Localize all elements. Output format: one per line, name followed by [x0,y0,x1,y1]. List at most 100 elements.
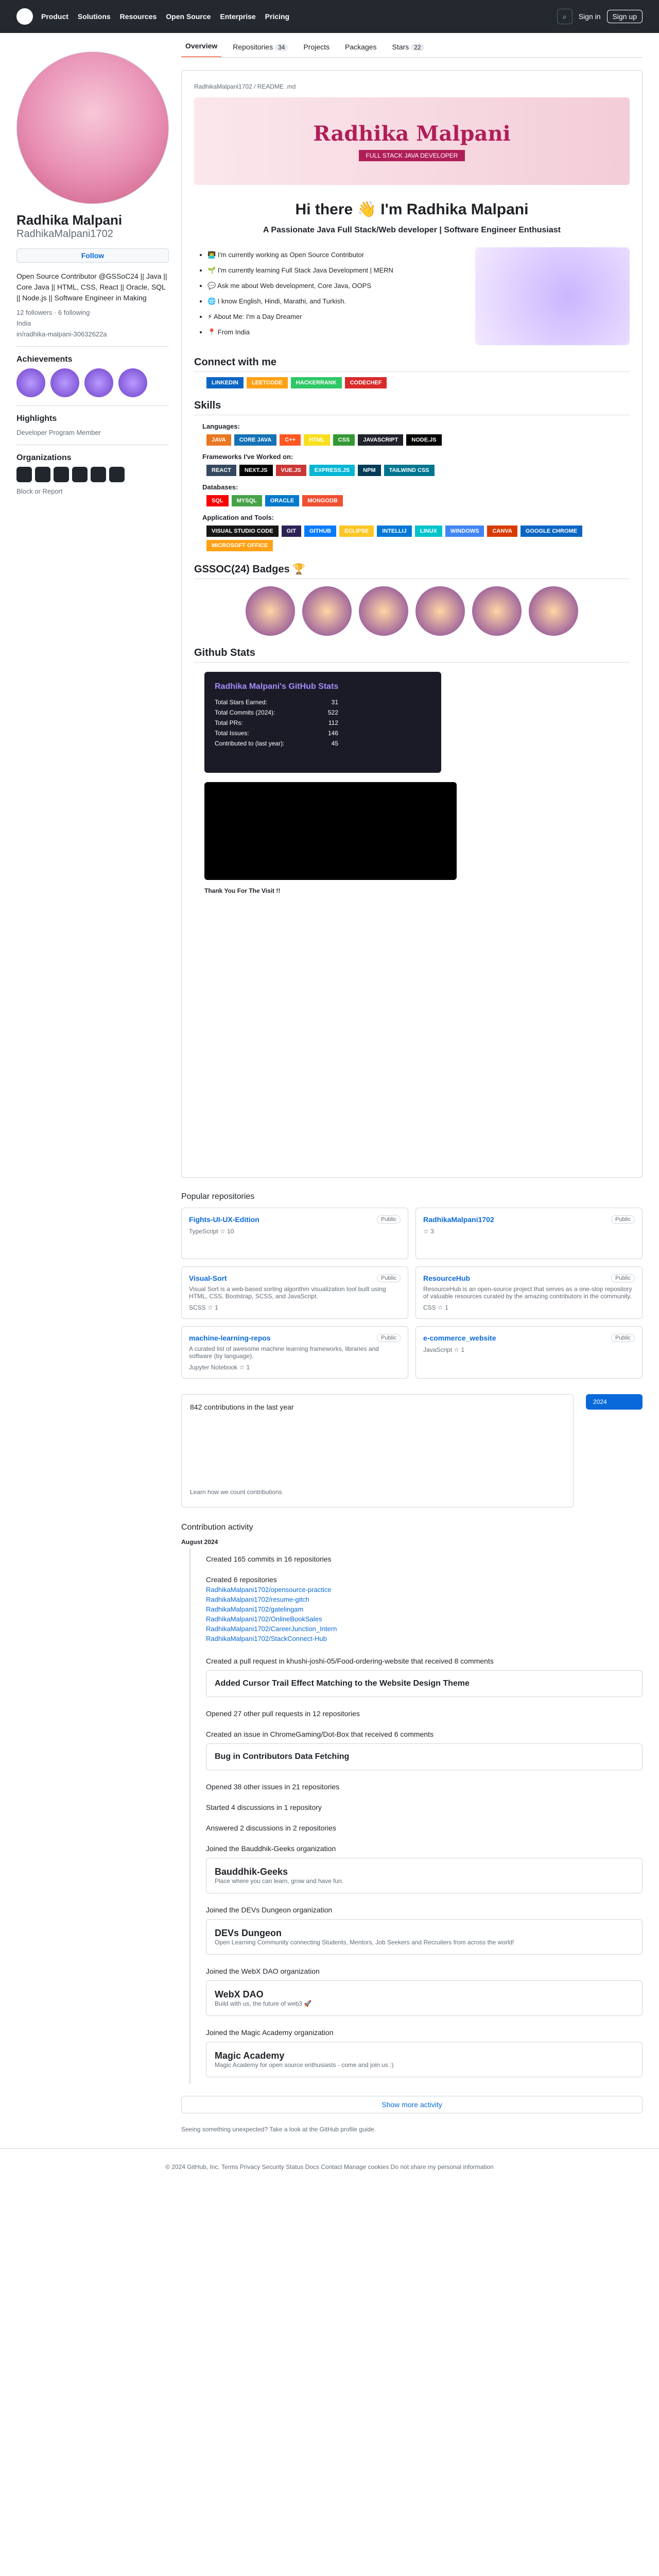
repo-link[interactable]: RadhikaMalpani1702/gatelingam [206,1605,643,1613]
nav-product[interactable]: Product [41,12,68,21]
visibility-badge: Public [377,1334,401,1342]
about-list: 👨‍💻 I'm currently working as Open Source… [194,247,475,345]
year-2024-button[interactable]: 2024 [586,1394,643,1410]
activity-item: Created a pull request in khushi-joshi-0… [189,1651,643,1703]
popular-repos-grid: Public Fights-UI-UX-Edition TypeScript ☆ 1… [181,1208,643,1379]
issue-card[interactable]: Bug in Contributors Data Fetching [206,1743,643,1770]
org-card[interactable]: WebX DAO Build with us, the future of web… [206,1980,643,2016]
repo-card: Public ResourceHub ResourceHub is an open-… [415,1266,643,1319]
nav-resources[interactable]: Resources [120,12,157,21]
activity-item: Answered 2 discussions in 2 repositories [189,1818,643,1838]
repo-link[interactable]: ResourceHub [423,1274,470,1282]
avatar [16,52,169,204]
achievement-badge[interactable] [118,368,147,397]
highlights-heading: Highlights [16,405,169,423]
org-card[interactable]: DEVs Dungeon Open Learning Community conn… [206,1919,643,1955]
repo-link[interactable]: Visual-Sort [189,1274,227,1282]
tab-repositories[interactable]: Repositories 34 [229,43,292,57]
org-avatar[interactable] [54,467,69,482]
profile-sidebar: Radhika Malpani RadhikaMalpani1702 Follo… [16,33,169,2133]
activity-item: Joined the WebX DAO organization WebX DAO… [189,1961,643,2022]
location: India [16,319,31,327]
repo-link[interactable]: e-commerce_website [423,1334,496,1342]
activity-item: Opened 38 other issues in 21 repositorie… [189,1776,643,1797]
thanks-text: Thank You For The Visit !! [204,887,281,894]
tab-projects[interactable]: Projects [299,43,334,57]
skill-badge: JAVA [206,434,231,446]
profile-bio: Open Source Contributor @GSSoC24 || Java… [16,272,167,302]
github-logo-icon[interactable] [16,8,33,25]
org-avatar[interactable] [91,467,106,482]
visibility-badge: Public [611,1215,635,1224]
pull-request-card[interactable]: Added Cursor Trail Effect Matching to th… [206,1670,643,1697]
activity-item: Started 4 discussions in 1 repository [189,1797,643,1818]
highlight-item: Developer Program Member [16,429,101,436]
block-report-link[interactable]: Block or Report [16,487,169,495]
contribution-calendar: 842 contributions in the last year Learn… [181,1394,574,1507]
gssoc-badge [359,586,408,636]
skill-badge: REACT [206,465,236,476]
tagline: A Passionate Java Full Stack/Web develop… [263,226,561,234]
skill-badge: SQL [206,495,229,506]
org-card[interactable]: Magic Academy Magic Academy for open sour… [206,2042,643,2077]
nav-open-source[interactable]: Open Source [166,12,211,21]
profile-username: RadhikaMalpani1702 [16,228,113,240]
follow-button[interactable]: Follow [16,248,169,263]
org-card[interactable]: Bauddhik-Geeks Place where you can learn,… [206,1858,643,1893]
achievement-badge[interactable] [50,368,79,397]
repo-link[interactable]: RadhikaMalpani1702/CareerJunction_Intern [206,1625,643,1633]
streak-card [204,782,457,880]
linkedin-link[interactable]: in/radhika-malpani-30632622a [16,330,169,338]
followers-link[interactable]: 12 followers · 6 following [16,309,169,316]
feedback-text: Seeing something unexpected? Take a look… [181,2126,376,2133]
readme-panel: RadhikaMalpani1702 / README .md Radhika … [181,70,643,1178]
repo-link[interactable]: RadhikaMalpani1702/opensource-practice [206,1586,643,1594]
nav-enterprise[interactable]: Enterprise [220,12,255,21]
show-more-button[interactable]: Show more activity [181,2096,643,2113]
skill-badge: JAVASCRIPT [358,434,404,446]
org-avatar[interactable] [109,467,125,482]
skill-badge: MONGODB [302,495,343,506]
skill-badge: INTELLIJ [377,526,412,537]
org-avatar[interactable] [16,467,32,482]
repo-link[interactable]: RadhikaMalpani1702/resume-gitch [206,1596,643,1603]
repo-link[interactable]: RadhikaMalpani1702 [423,1215,494,1224]
repo-link[interactable]: machine-learning-repos [189,1334,271,1342]
skill-badge: CSS [333,434,355,446]
visibility-badge: Public [377,1215,401,1224]
signup-button[interactable]: Sign up [606,10,643,23]
github-stats-card: Radhika Malpani's GitHub Stats Total Sta… [204,672,441,773]
tab-packages[interactable]: Packages [341,43,380,57]
skills-heading: Skills [194,400,630,415]
gssoc-badge [415,586,465,636]
skill-badge: MICROSOFT OFFICE [206,540,273,551]
skill-badge: GIT [281,526,301,537]
skill-badge: NPM [358,465,381,476]
tab-overview[interactable]: Overview [181,42,222,57]
achievement-badge[interactable] [84,368,113,397]
tab-stars[interactable]: Stars 22 [388,43,428,57]
activity-heading: Contribution activity [181,1523,253,1532]
repo-card: Public machine-learning-repos A curated li… [181,1326,408,1379]
gssoc-badge [472,586,522,636]
activity-item: Joined the Magic Academy organization Mag… [189,2022,643,2083]
skill-badge: VISUAL STUDIO CODE [206,526,279,537]
repo-link[interactable]: RadhikaMalpani1702/OnlineBookSales [206,1615,643,1623]
org-avatar[interactable] [35,467,50,482]
activity-month: August 2024 [181,1538,218,1546]
skill-badge: C++ [280,434,301,446]
repo-card: Public e-commerce_website JavaScript ☆ 1 [415,1326,643,1379]
org-avatar[interactable] [72,467,88,482]
achievement-badge[interactable] [16,368,45,397]
repo-link[interactable]: Fights-UI-UX-Edition [189,1215,259,1224]
nav-pricing[interactable]: Pricing [265,12,289,21]
readme-path[interactable]: RadhikaMalpani1702 / README .md [194,83,630,90]
skill-badge: TAILWIND CSS [384,465,435,476]
activity-item: Created an issue in ChromeGaming/Dot-Box… [189,1724,643,1776]
achievements-heading[interactable]: Achievements [16,346,169,364]
skill-badge: LINUX [414,526,442,537]
search-icon[interactable]: ⌕ [557,9,573,24]
repo-link[interactable]: RadhikaMalpani1702/StackConnect-Hub [206,1635,643,1642]
signin-link[interactable]: Sign in [579,12,601,21]
nav-solutions[interactable]: Solutions [78,12,111,21]
